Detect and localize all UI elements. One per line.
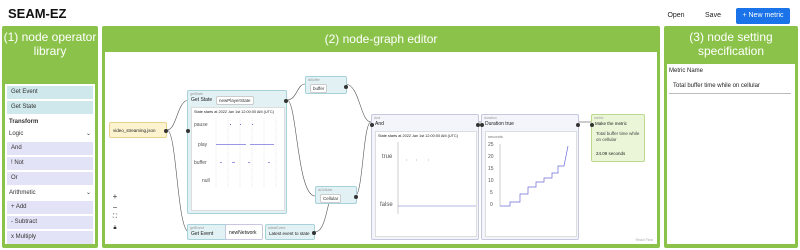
edge	[166, 129, 190, 233]
output-port[interactable]	[344, 85, 348, 89]
state-chart-plot	[215, 118, 277, 188]
and-chart-plot	[397, 142, 476, 214]
react-flow-credit[interactable]: React Flow	[635, 238, 653, 242]
lib-section-transform: Transform	[5, 116, 95, 128]
network-select-node[interactable]: newNetwork	[225, 224, 263, 240]
edge	[354, 121, 372, 197]
metric-description: Total buffer time while on cellular	[596, 131, 640, 142]
cellular-select[interactable]: Cellular	[320, 194, 342, 203]
is-cellular-node[interactable]: isCellular Cellular	[315, 186, 358, 204]
lib-item-subtract[interactable]: - Subtract	[7, 216, 93, 229]
video-source-label: video_streaming.json	[113, 128, 156, 133]
lib-item-add[interactable]: + Add	[7, 201, 93, 214]
state-select[interactable]: newPlayerState	[216, 96, 254, 105]
lib-section-arithmetic[interactable]: Arithmetic ⌄	[5, 187, 95, 199]
input-port[interactable]	[370, 123, 374, 127]
and-node[interactable]: And And State starts at 2022 Jan 1st 12:…	[370, 114, 480, 240]
is-buffer-node[interactable]: isBuffer buffer	[305, 76, 348, 94]
lock-icon[interactable]: 🔒︎	[111, 225, 119, 232]
edge	[286, 83, 306, 101]
node-label: Duration true	[485, 121, 514, 127]
input-port[interactable]	[590, 123, 594, 127]
graph-canvas[interactable]: video_streaming.json getState Get State …	[105, 52, 657, 244]
spec-panel-title: (3) node setting specification	[689, 30, 773, 58]
state-chart: State starts at 2022 Jan 1st 12:00:00 AM…	[191, 107, 285, 211]
video-source-node[interactable]: video_streaming.json	[109, 122, 168, 138]
duration-chart-plot	[499, 144, 569, 207]
graph-panel-title: (2) node-graph editor	[324, 32, 438, 46]
app-title: SEAM-EZ	[8, 6, 67, 21]
fit-view-icon[interactable]: ⛶	[111, 214, 119, 221]
arithmetic-label: Arithmetic	[9, 190, 36, 196]
chevron-down-icon: ⌄	[85, 190, 91, 196]
library-list: Get Event Get State Transform Logic ⌄ And…	[5, 84, 95, 244]
node-caption: latestEvent	[268, 226, 286, 230]
latest-event-node[interactable]: latestEvent Latest event to state	[265, 224, 316, 240]
node-caption: duration	[484, 116, 497, 120]
lib-item-get-state[interactable]: Get State	[7, 101, 93, 114]
library-panel-title: (1) node operator library	[3, 30, 97, 58]
node-label: Get State	[191, 97, 213, 103]
edge	[166, 99, 190, 131]
get-state-node[interactable]: getState Get State newPlayerState State …	[186, 90, 288, 214]
metric-value: 24.09 seconds	[596, 151, 626, 156]
node-caption: getEvent	[190, 226, 204, 230]
output-port[interactable]	[576, 123, 580, 127]
output-port[interactable]	[312, 231, 316, 235]
get-event-node[interactable]: getEvent Get Event	[187, 224, 230, 240]
open-button[interactable]: Open	[663, 8, 689, 24]
node-label: Get Event	[191, 231, 214, 237]
lib-item-multiply[interactable]: x Multiply	[7, 231, 93, 244]
node-caption: isBuffer	[308, 78, 320, 82]
zoom-out-icon[interactable]: −	[111, 203, 119, 212]
output-port[interactable]	[284, 99, 288, 103]
transform-label: Transform	[9, 119, 39, 125]
metric-node[interactable]: metric Make the metric Total buffer time…	[590, 114, 645, 162]
zoom-in-icon[interactable]: +	[111, 192, 119, 201]
node-caption: metric	[594, 116, 604, 120]
output-port[interactable]	[354, 195, 358, 199]
lib-item-get-event[interactable]: Get Event	[7, 86, 93, 99]
save-button[interactable]: Save	[700, 8, 726, 24]
spec-form: Metric Name Total buffer time while on c…	[667, 64, 795, 244]
node-label: And	[375, 121, 384, 127]
node-caption: And	[374, 116, 381, 120]
duration-node[interactable]: duration Duration true seconds 25 20 15 …	[480, 114, 580, 240]
node-setting-panel: (3) node setting specification Metric Na…	[664, 26, 798, 248]
node-label: Latest event to state	[269, 231, 310, 236]
lib-item-and[interactable]: And	[7, 142, 93, 155]
buffer-select[interactable]: buffer	[310, 84, 328, 93]
duration-chart: seconds 25 20 15 10 5 0	[485, 131, 577, 237]
logic-label: Logic	[9, 131, 24, 137]
lib-section-logic[interactable]: Logic ⌄	[5, 128, 95, 140]
output-port[interactable]	[164, 129, 168, 133]
lib-item-or[interactable]: Or	[7, 172, 93, 185]
operator-library-panel: (1) node operator library Get Event Get …	[2, 26, 98, 248]
node-label: Make the metric	[595, 121, 628, 126]
network-select[interactable]: newNetwork	[229, 230, 257, 236]
lib-item-not[interactable]: ! Not	[7, 157, 93, 170]
input-port[interactable]	[186, 129, 190, 133]
input-port[interactable]	[480, 123, 484, 127]
node-caption: getState	[190, 92, 204, 96]
new-metric-button[interactable]: + New metric	[736, 8, 790, 24]
chevron-down-icon: ⌄	[85, 131, 91, 137]
and-chart: State starts at 2022 Jan 1st 12:00:00 AM…	[375, 131, 477, 237]
edge	[286, 99, 316, 197]
metric-name-input[interactable]: Total buffer time while on cellular	[669, 78, 791, 94]
node-graph-panel: (2) node-graph editor video_streaming.js…	[102, 26, 660, 248]
metric-name-label: Metric Name	[669, 68, 704, 74]
top-bar: SEAM-EZ Open Save + New metric	[0, 0, 800, 26]
edge	[344, 83, 372, 123]
node-caption: isCellular	[318, 188, 333, 192]
